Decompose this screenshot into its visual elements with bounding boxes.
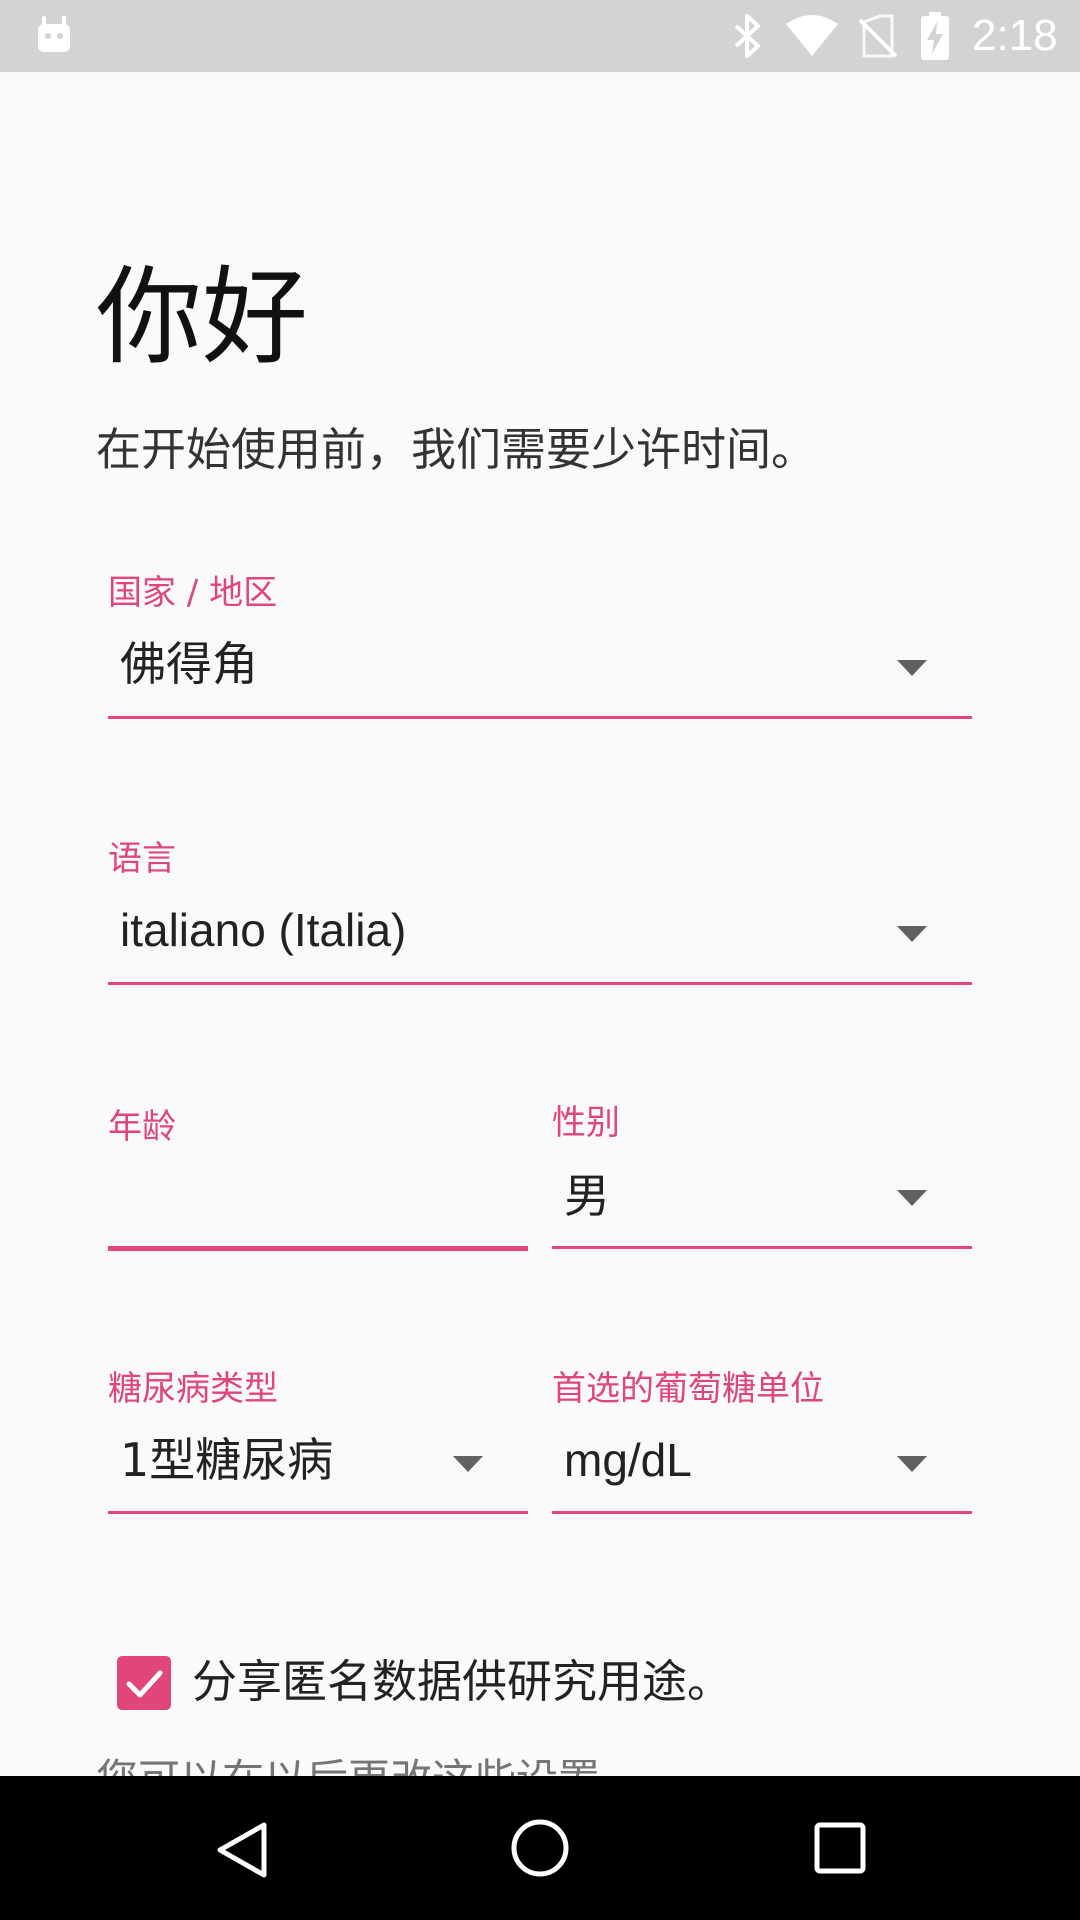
navigation-bar (0, 1776, 1080, 1920)
chevron-down-icon (897, 660, 927, 676)
age-label: 年龄 (108, 1107, 176, 1147)
gender-dropdown[interactable]: 性别 男 (552, 1102, 972, 1252)
gender-underline (552, 1246, 972, 1249)
page-title: 你好 (96, 256, 308, 379)
country-underline (108, 716, 972, 719)
diabetes-type-label: 糖尿病类型 (108, 1369, 278, 1409)
chevron-down-icon (897, 926, 927, 942)
chevron-down-icon (897, 1456, 927, 1472)
checkmark-icon (126, 1670, 163, 1698)
back-icon[interactable] (214, 1820, 270, 1880)
home-icon[interactable] (510, 1818, 570, 1878)
glucose-unit-label: 首选的葡萄糖单位 (552, 1369, 824, 1409)
no-sim-icon (858, 14, 898, 58)
share-data-checkbox[interactable] (117, 1656, 171, 1710)
gender-value: 男 (564, 1169, 610, 1223)
status-time: 2:18 (972, 11, 1058, 60)
language-value: italiano (Italia) (120, 904, 407, 956)
language-dropdown[interactable]: 语言 italiano (Italia) (108, 838, 972, 988)
chevron-down-icon (897, 1190, 927, 1206)
page-subtitle: 在开始使用前，我们需要少许时间。 (96, 423, 817, 476)
diabetes-type-underline (108, 1511, 528, 1514)
wifi-icon (786, 15, 838, 56)
share-data-label[interactable]: 分享匿名数据供研究用途。 (192, 1652, 732, 1712)
language-label: 语言 (108, 839, 176, 879)
recents-icon[interactable] (814, 1822, 866, 1874)
diabetes-type-value: 1型糖尿病 (120, 1433, 334, 1487)
android-debug-icon (38, 16, 70, 52)
bluetooth-icon (734, 14, 760, 58)
gender-label: 性别 (552, 1103, 620, 1143)
chevron-down-icon (453, 1456, 483, 1472)
status-bar: 2:18 (0, 0, 1080, 72)
glucose-unit-dropdown[interactable]: 首选的葡萄糖单位 mg/dL (552, 1368, 972, 1518)
battery-charging-icon (921, 12, 949, 60)
country-dropdown[interactable]: 国家 / 地区 佛得角 (108, 572, 972, 722)
language-underline (108, 982, 972, 985)
diabetes-type-dropdown[interactable]: 糖尿病类型 1型糖尿病 (108, 1368, 528, 1518)
age-underline (108, 1246, 528, 1251)
glucose-unit-value: mg/dL (564, 1434, 692, 1486)
glucose-unit-underline (552, 1511, 972, 1514)
age-input[interactable]: 年龄 (108, 1106, 528, 1256)
country-label: 国家 / 地区 (108, 573, 278, 613)
country-value: 佛得角 (120, 637, 258, 691)
